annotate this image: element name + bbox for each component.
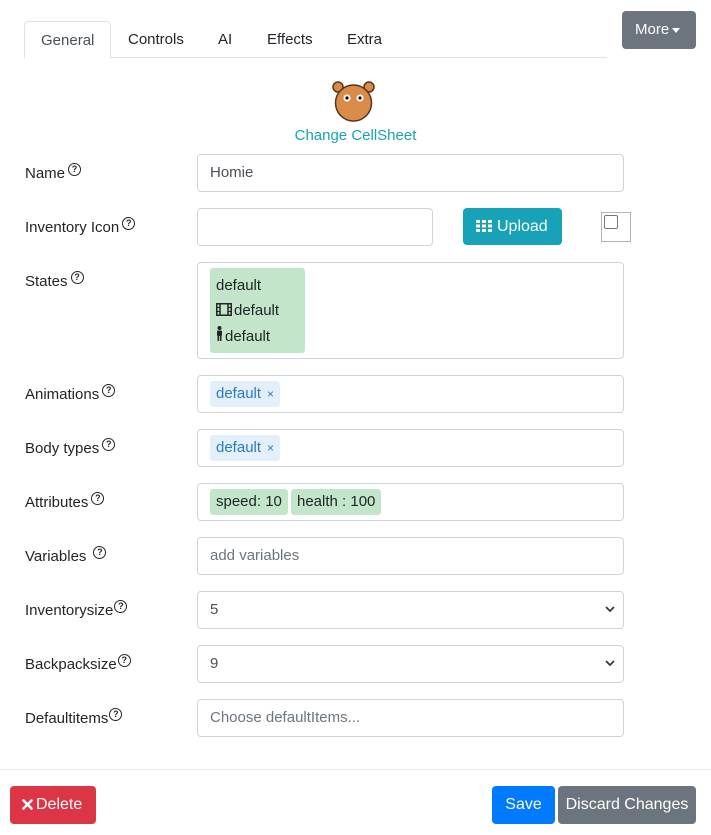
- state-name: default: [216, 277, 262, 294]
- tab-general[interactable]: General: [24, 21, 112, 59]
- remove-tag-icon[interactable]: ×: [267, 387, 274, 401]
- grid-icon: [476, 220, 492, 232]
- state-animation-row: default: [216, 298, 299, 324]
- chevron-down-icon: [605, 660, 615, 667]
- name-label: Name?: [25, 163, 82, 182]
- defaultitems-input[interactable]: Choose defaultItems...: [197, 699, 624, 737]
- footer-divider: [0, 769, 711, 770]
- body-types-label: Body types?: [25, 438, 116, 457]
- variables-label-text: Variables: [25, 548, 87, 565]
- variables-label: Variables?: [25, 546, 107, 565]
- discard-changes-button[interactable]: Discard Changes: [558, 786, 696, 824]
- checkbox[interactable]: [604, 215, 618, 229]
- states-label: States?: [25, 271, 84, 290]
- caret-down-icon: [672, 27, 681, 33]
- tab-bar: General Controls AI Effects Extra: [24, 21, 607, 59]
- variables-placeholder: add variables: [210, 547, 300, 564]
- state-body-row: default: [216, 324, 299, 350]
- remove-tag-icon[interactable]: ×: [267, 441, 274, 455]
- state-chip[interactable]: default default default: [210, 268, 305, 353]
- animations-label: Animations?: [25, 384, 116, 403]
- state-body: default: [225, 327, 271, 345]
- animation-tag: default ×: [210, 381, 281, 407]
- inventory-icon-input[interactable]: [197, 208, 433, 246]
- tab-extra[interactable]: Extra: [331, 21, 398, 58]
- save-button[interactable]: Save: [492, 786, 555, 824]
- tab-controls[interactable]: Controls: [112, 21, 200, 58]
- help-icon[interactable]: ?: [68, 163, 82, 176]
- backpacksize-value: 9: [210, 655, 219, 672]
- name-label-text: Name: [25, 165, 66, 182]
- name-input[interactable]: Homie: [197, 154, 624, 192]
- attributes-input[interactable]: speed: 10 health : 100: [197, 483, 624, 521]
- defaultitems-placeholder: Choose defaultItems...: [210, 709, 361, 726]
- help-icon[interactable]: ?: [122, 217, 136, 230]
- help-icon[interactable]: ?: [70, 271, 84, 284]
- help-icon[interactable]: ?: [91, 492, 105, 505]
- help-icon[interactable]: ?: [114, 600, 128, 613]
- help-icon[interactable]: ?: [109, 708, 123, 721]
- tab-effects[interactable]: Effects: [251, 21, 329, 58]
- delete-button-label: Delete: [36, 796, 83, 813]
- attributes-label: Attributes?: [25, 492, 105, 511]
- body-type-tag: default ×: [210, 435, 281, 461]
- state-animation: default: [234, 302, 280, 319]
- change-cellsheet-link[interactable]: Change CellSheet: [0, 127, 711, 144]
- backpacksize-label: Backpacksize?: [25, 654, 131, 673]
- monkey-face-icon[interactable]: [331, 81, 376, 123]
- defaultitems-label-text: Defaultitems: [25, 710, 109, 727]
- tab-ai[interactable]: AI: [202, 21, 248, 58]
- backpacksize-label-text: Backpacksize: [25, 656, 117, 673]
- attribute-tag[interactable]: speed: 10: [210, 489, 288, 515]
- variables-input[interactable]: add variables: [197, 537, 624, 575]
- body-types-input[interactable]: default ×: [197, 429, 624, 467]
- defaultitems-label: Defaultitems?: [25, 708, 123, 727]
- inventorysize-label: Inventorysize?: [25, 600, 128, 619]
- body-type-tag-label: default: [216, 439, 262, 456]
- backpacksize-select[interactable]: 9: [197, 645, 624, 683]
- chevron-down-icon: [605, 606, 615, 613]
- attributes-label-text: Attributes: [25, 494, 89, 511]
- inventory-icon-label: Inventory Icon?: [25, 217, 136, 236]
- animations-input[interactable]: default ×: [197, 375, 624, 413]
- help-icon[interactable]: ?: [102, 438, 116, 451]
- states-field[interactable]: default default default: [197, 262, 624, 359]
- animations-label-text: Animations: [25, 386, 100, 403]
- inventorysize-value: 5: [210, 601, 219, 618]
- upload-button[interactable]: Upload: [463, 208, 562, 245]
- help-icon[interactable]: ?: [117, 654, 131, 667]
- more-button-label: More: [635, 21, 670, 38]
- attribute-tag[interactable]: health : 100: [291, 489, 382, 515]
- delete-button[interactable]: Delete: [10, 786, 96, 824]
- states-label-text: States: [25, 273, 68, 290]
- inventorysize-label-text: Inventorysize: [25, 602, 114, 619]
- inventory-icon-label-text: Inventory Icon: [25, 219, 120, 236]
- inventorysize-select[interactable]: 5: [197, 591, 624, 629]
- upload-button-label: Upload: [497, 218, 548, 235]
- help-icon[interactable]: ?: [102, 384, 116, 397]
- help-icon[interactable]: ?: [93, 546, 107, 559]
- more-dropdown-button[interactable]: More: [622, 11, 696, 49]
- film-icon: [216, 299, 232, 324]
- body-types-label-text: Body types: [25, 440, 100, 457]
- close-icon: [22, 799, 33, 810]
- person-icon: [216, 324, 223, 349]
- animation-tag-label: default: [216, 385, 262, 402]
- checkbox-container: [601, 212, 631, 242]
